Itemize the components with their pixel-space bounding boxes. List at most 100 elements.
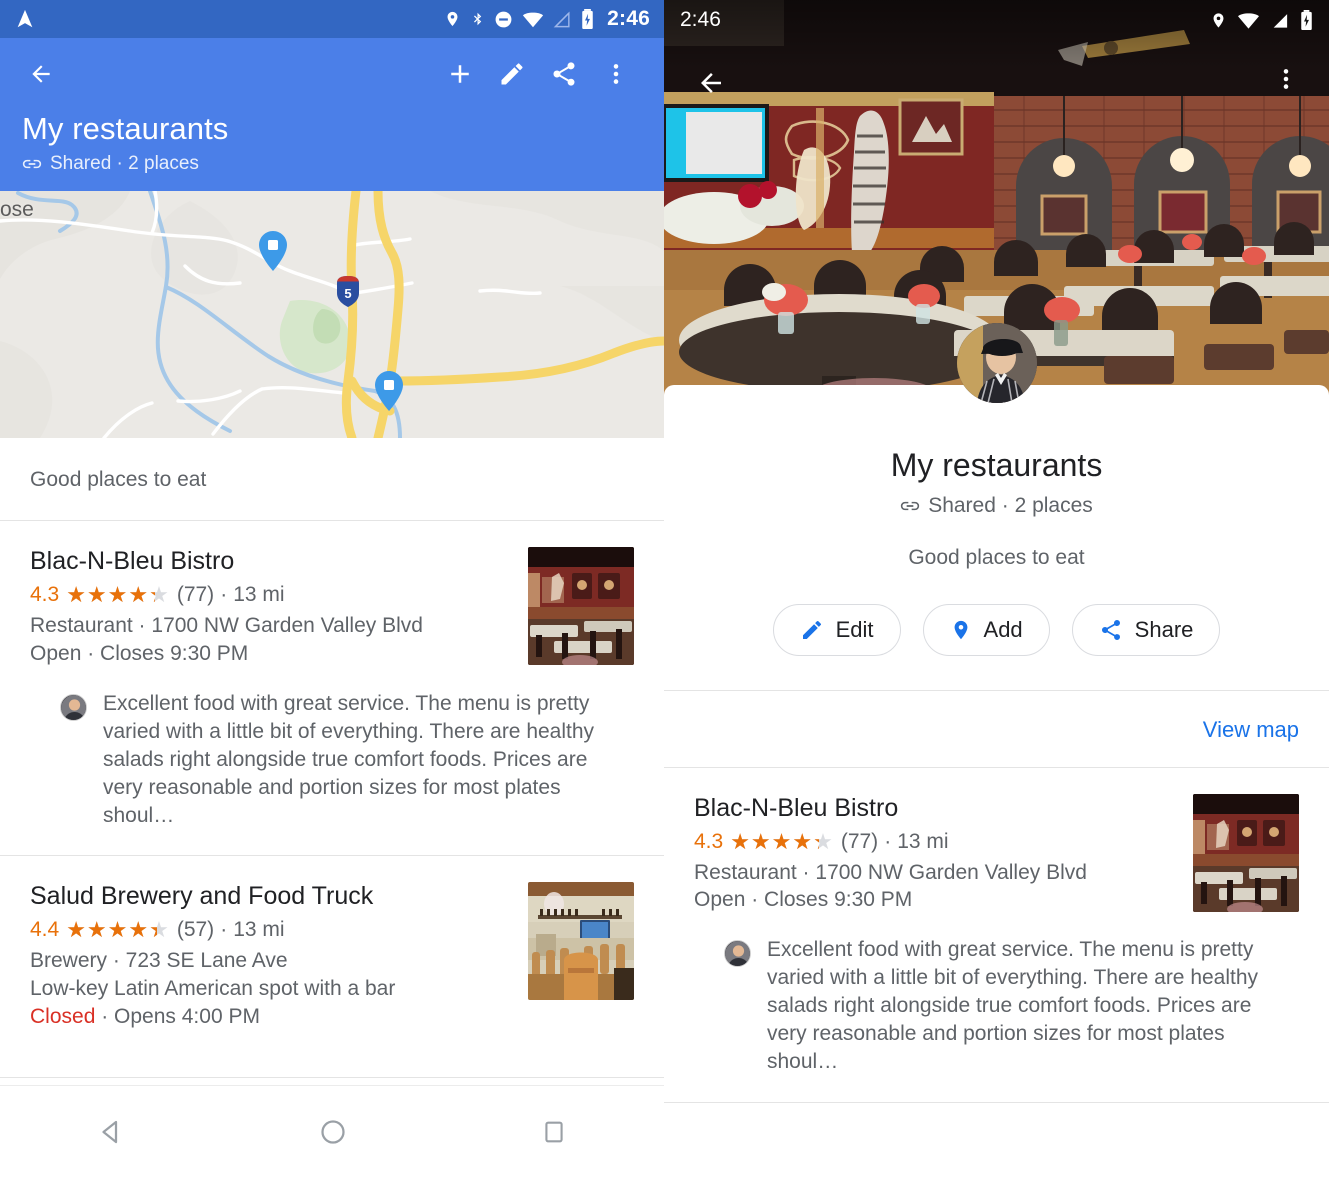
back-button[interactable] bbox=[694, 68, 728, 98]
place-card-1[interactable]: Blac-N-Bleu Bistro 4.3 ★★★★★ ★★★★★ (77) … bbox=[664, 768, 1329, 1102]
divider bbox=[0, 1077, 664, 1078]
bluetooth-icon bbox=[470, 9, 485, 29]
list-subtitle-row: Shared · 2 places bbox=[664, 494, 1329, 518]
review-count: (57) bbox=[177, 918, 214, 942]
place-status: Closed bbox=[30, 1005, 95, 1028]
add-chip-button[interactable]: Add bbox=[923, 604, 1050, 656]
left-status-time: 2:46 bbox=[607, 7, 650, 31]
edit-pencil-button[interactable] bbox=[486, 48, 538, 100]
dual-screenshot-root: 2:46 bbox=[0, 0, 1329, 1177]
review-text: Excellent food with great service. The m… bbox=[103, 690, 604, 830]
back-triangle-icon[interactable] bbox=[96, 1117, 126, 1147]
place-rating: 4.3 ★★★★★ ★★★★★ (77) · 13 mi bbox=[30, 583, 510, 607]
share-button[interactable] bbox=[538, 48, 590, 100]
list-description: Good places to eat bbox=[0, 438, 664, 520]
place-card-1[interactable]: Blac-N-Bleu Bistro 4.3 ★★★★★ ★★★★★ (77) … bbox=[0, 521, 664, 855]
page-subtitle-text: Shared · 2 places bbox=[50, 153, 199, 175]
wifi-icon bbox=[1237, 11, 1260, 30]
location-pin-icon bbox=[1210, 10, 1227, 31]
dot-separator: · bbox=[220, 918, 227, 942]
place-status: Open bbox=[694, 888, 745, 911]
reviewer-avatar bbox=[60, 694, 87, 721]
place-category-address: Restaurant · 1700 NW Garden Valley Blvd bbox=[694, 859, 1175, 887]
star-rating: ★★★★★ ★★★★★ bbox=[66, 919, 170, 941]
place-card-2[interactable]: Salud Brewery and Food Truck 4.4 ★★★★★ ★… bbox=[0, 856, 664, 1076]
location-pin-icon bbox=[444, 9, 461, 29]
place-thumbnail[interactable] bbox=[528, 547, 634, 665]
list-subtitle-text: Shared · 2 places bbox=[928, 494, 1093, 518]
distance: 13 mi bbox=[233, 918, 284, 942]
reviewer-avatar bbox=[724, 940, 751, 967]
action-chip-row: Edit Add Share bbox=[664, 604, 1329, 656]
share-chip-button[interactable]: Share bbox=[1072, 604, 1221, 656]
place-thumbnail[interactable] bbox=[1193, 794, 1299, 912]
right-status-time: 2:46 bbox=[680, 8, 721, 32]
svg-text:5: 5 bbox=[344, 286, 351, 301]
star-rating: ★★★★★ ★★★★★ bbox=[730, 831, 834, 853]
signal-icon bbox=[1270, 11, 1290, 30]
distance: 13 mi bbox=[233, 583, 284, 607]
add-chip-label: Add bbox=[984, 617, 1023, 643]
more-vert-button[interactable] bbox=[590, 48, 642, 100]
more-vert-button[interactable] bbox=[1273, 64, 1299, 94]
edit-chip-label: Edit bbox=[836, 617, 874, 643]
navigation-arrow-icon bbox=[14, 8, 36, 30]
add-button[interactable] bbox=[434, 48, 486, 100]
place-row: Salud Brewery and Food Truck 4.4 ★★★★★ ★… bbox=[30, 882, 634, 1030]
place-hours: Open · Closes 9:30 PM bbox=[694, 886, 1175, 914]
edit-chip-button[interactable]: Edit bbox=[773, 604, 901, 656]
list-detail-sheet: My restaurants Shared · 2 places Good pl… bbox=[664, 385, 1329, 1177]
place-rating: 4.3 ★★★★★ ★★★★★ (77) · 13 mi bbox=[694, 830, 1175, 854]
list-description: Good places to eat bbox=[664, 546, 1329, 570]
place-name: Blac-N-Bleu Bistro bbox=[30, 547, 510, 577]
rating-value: 4.3 bbox=[30, 583, 59, 607]
map-canvas: 5 bbox=[0, 191, 664, 438]
wifi-icon bbox=[522, 10, 544, 29]
back-button[interactable] bbox=[22, 55, 60, 93]
place-row: Blac-N-Bleu Bistro 4.3 ★★★★★ ★★★★★ (77) … bbox=[694, 794, 1299, 914]
place-info: Blac-N-Bleu Bistro 4.3 ★★★★★ ★★★★★ (77) … bbox=[30, 547, 510, 667]
app-bar-action-row bbox=[22, 38, 642, 110]
place-category-address: Brewery · 723 SE Lane Ave bbox=[30, 947, 510, 975]
recents-square-icon[interactable] bbox=[540, 1117, 568, 1147]
left-status-bar: 2:46 bbox=[0, 0, 664, 38]
right-status-bar: 2:46 bbox=[664, 0, 1329, 40]
map-preview[interactable]: 5 ose Roseburg 99 138 bbox=[0, 191, 664, 438]
review-count: (77) bbox=[841, 830, 878, 854]
star-rating: ★★★★★ ★★★★★ bbox=[66, 584, 170, 606]
home-circle-icon[interactable] bbox=[318, 1117, 348, 1147]
review-text: Excellent food with great service. The m… bbox=[767, 936, 1269, 1076]
map-edge-label: ose bbox=[0, 198, 34, 222]
right-screen: 2:46 bbox=[664, 0, 1329, 1177]
place-row: Blac-N-Bleu Bistro 4.3 ★★★★★ ★★★★★ (77) … bbox=[30, 547, 634, 667]
rating-value: 4.4 bbox=[30, 918, 59, 942]
battery-charging-icon bbox=[1300, 10, 1313, 31]
place-info: Blac-N-Bleu Bistro 4.3 ★★★★★ ★★★★★ (77) … bbox=[694, 794, 1175, 914]
view-map-link[interactable]: View map bbox=[1203, 717, 1299, 743]
place-status: Open bbox=[30, 642, 81, 665]
location-pin-icon bbox=[950, 617, 972, 643]
left-nav-bar bbox=[0, 1085, 664, 1177]
page-subtitle-row: Shared · 2 places bbox=[22, 153, 642, 175]
place-card-spacer bbox=[30, 1031, 634, 1077]
divider bbox=[664, 1102, 1329, 1103]
left-status-icons: 2:46 bbox=[444, 7, 650, 31]
link-icon bbox=[900, 499, 920, 513]
place-thumbnail[interactable] bbox=[528, 882, 634, 1000]
signal-off-icon bbox=[553, 10, 572, 29]
owner-avatar[interactable] bbox=[957, 323, 1037, 403]
dot-separator: · bbox=[884, 830, 891, 854]
place-hours: Open · Closes 9:30 PM bbox=[30, 640, 510, 668]
review-count: (77) bbox=[177, 583, 214, 607]
share-icon bbox=[1099, 618, 1123, 642]
page-title: My restaurants bbox=[22, 112, 642, 145]
place-status-detail: · Closes 9:30 PM bbox=[87, 642, 248, 665]
left-screen: 2:46 bbox=[0, 0, 664, 1177]
dot-separator: · bbox=[220, 583, 227, 607]
battery-charging-icon bbox=[581, 9, 594, 30]
view-map-row: View map bbox=[664, 691, 1329, 767]
place-name: Salud Brewery and Food Truck bbox=[30, 882, 510, 912]
distance: 13 mi bbox=[897, 830, 948, 854]
left-app-bar: My restaurants Shared · 2 places bbox=[0, 38, 664, 191]
place-review: Excellent food with great service. The m… bbox=[694, 914, 1299, 1102]
